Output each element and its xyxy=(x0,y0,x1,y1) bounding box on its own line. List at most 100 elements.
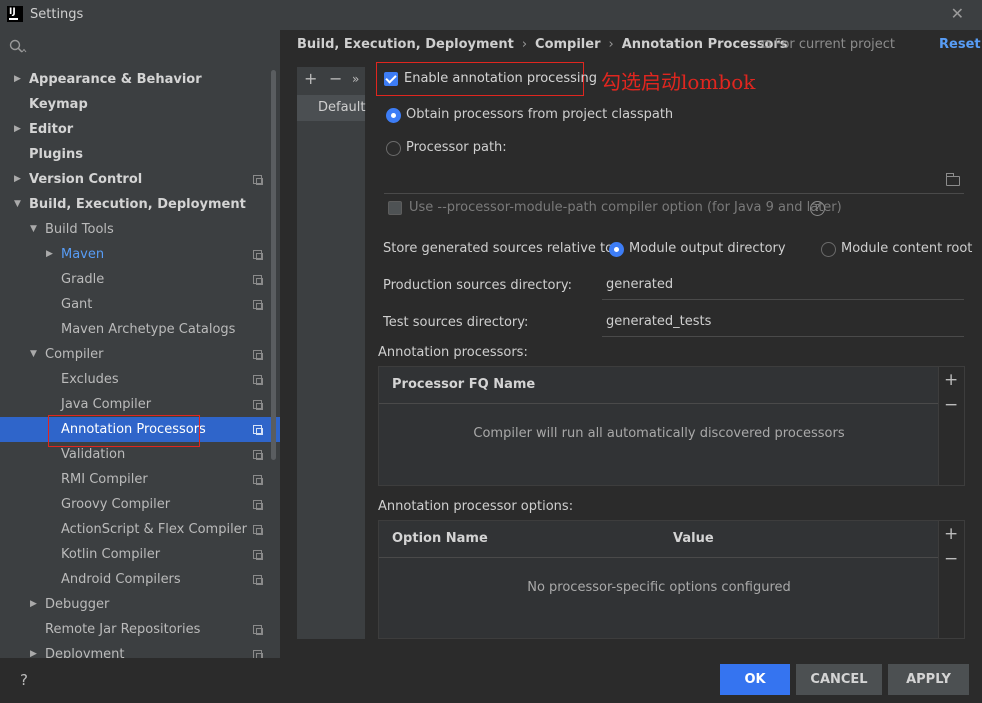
add-icon[interactable]: + xyxy=(944,524,958,544)
sidebar-item[interactable]: Validation xyxy=(0,442,280,467)
profile-default[interactable]: Default xyxy=(297,95,366,121)
window-title: Settings xyxy=(30,7,84,22)
help-icon[interactable]: ? xyxy=(810,201,825,216)
chevron-right-icon[interactable]: ▶ xyxy=(14,67,21,92)
sidebar-item[interactable]: ▶ Editor xyxy=(0,117,280,142)
remove-icon[interactable]: − xyxy=(944,549,958,569)
production-dir-input[interactable]: generated xyxy=(602,272,964,300)
enable-annotation-label[interactable]: Enable annotation processing xyxy=(404,71,597,86)
project-level-icon xyxy=(253,550,263,560)
sidebar-item[interactable]: Gant xyxy=(0,292,280,317)
table-toolbar: + − xyxy=(938,521,964,638)
sidebar-item-label: Build Tools xyxy=(45,222,114,237)
test-dir-input[interactable]: generated_tests xyxy=(602,309,964,337)
sidebar-item-label: Build, Execution, Deployment xyxy=(29,197,246,212)
help-button[interactable]: ? xyxy=(20,671,28,689)
breadcrumb-item: Build, Execution, Deployment xyxy=(297,37,514,52)
sidebar-scrollbar[interactable] xyxy=(271,70,276,460)
table-header: Option Name Value xyxy=(379,521,940,558)
chevron-down-icon[interactable]: ▼ xyxy=(30,342,37,367)
chevron-right-icon[interactable]: ▶ xyxy=(30,592,37,617)
sidebar-item[interactable]: Plugins xyxy=(0,142,280,167)
breadcrumb: Build, Execution, Deployment › Compiler › An… xyxy=(297,37,788,55)
module-path-checkbox[interactable] xyxy=(388,201,402,215)
sidebar-item-label: Appearance & Behavior xyxy=(29,72,202,87)
close-icon[interactable]: ✕ xyxy=(951,4,964,23)
profiles-toolbar: + − » xyxy=(297,67,365,93)
module-output-label[interactable]: Module output directory xyxy=(629,241,786,256)
column-header-fq-name[interactable]: Processor FQ Name xyxy=(392,377,535,392)
intellij-logo-icon: IJ xyxy=(7,6,23,22)
table-header: Processor FQ Name xyxy=(379,367,940,404)
chevron-right-icon[interactable]: ▶ xyxy=(46,242,53,267)
remove-profile-icon[interactable]: − xyxy=(329,69,342,88)
sidebar-item[interactable]: ▶ Deployment xyxy=(0,642,280,658)
obtain-classpath-radio[interactable] xyxy=(386,108,401,123)
sidebar-item[interactable]: Groovy Compiler xyxy=(0,492,280,517)
sidebar-item-label: Maven xyxy=(61,247,105,262)
settings-sidebar: ▶ Appearance & Behavior Keymap ▶ Editor Plugi… xyxy=(0,30,280,658)
sidebar-item[interactable]: Excludes xyxy=(0,367,280,392)
chevron-right-icon[interactable]: ▶ xyxy=(14,117,21,142)
obtain-classpath-label[interactable]: Obtain processors from project classpath xyxy=(406,107,673,122)
sidebar-item-label: Deployment xyxy=(45,647,125,658)
chevron-right-icon[interactable]: ▶ xyxy=(30,642,37,658)
empty-processors-text: Compiler will run all automatically disc… xyxy=(473,426,845,441)
ok-button[interactable]: OK xyxy=(720,664,790,695)
remove-icon[interactable]: − xyxy=(944,395,958,415)
add-profile-icon[interactable]: + xyxy=(304,69,317,88)
sidebar-item[interactable]: Maven Archetype Catalogs xyxy=(0,317,280,342)
annotation-note: 勾选启动lombok xyxy=(601,70,756,94)
sidebar-item-label: Remote Jar Repositories xyxy=(45,622,201,637)
search-icon[interactable] xyxy=(9,39,27,55)
module-output-radio[interactable] xyxy=(609,242,624,257)
chevron-down-icon[interactable]: ▼ xyxy=(30,217,37,242)
project-level-icon xyxy=(253,625,263,635)
column-header-option-name[interactable]: Option Name xyxy=(392,531,488,546)
processor-path-label[interactable]: Processor path: xyxy=(406,140,507,155)
sidebar-item[interactable]: Annotation Processors xyxy=(0,415,280,447)
column-header-value[interactable]: Value xyxy=(673,531,714,546)
more-icon[interactable]: » xyxy=(352,72,359,86)
sidebar-item[interactable]: ActionScript & Flex Compiler xyxy=(0,517,280,542)
add-icon[interactable]: + xyxy=(944,370,958,390)
test-dir-label: Test sources directory: xyxy=(383,315,529,330)
sidebar-item-label: Keymap xyxy=(29,97,88,112)
sidebar-item[interactable]: ▼ Build Tools xyxy=(0,217,280,242)
sidebar-item[interactable]: ▼ Build, Execution, Deployment xyxy=(0,192,280,217)
reset-link[interactable]: Reset xyxy=(939,37,981,53)
module-content-label[interactable]: Module content root xyxy=(841,241,972,256)
project-level-icon xyxy=(253,575,263,585)
sidebar-item[interactable]: Java Compiler xyxy=(0,392,280,417)
cancel-button[interactable]: CANCEL xyxy=(796,664,882,695)
sidebar-item-label: ActionScript & Flex Compiler xyxy=(61,522,248,537)
options-table: Option Name Value No processor-specific … xyxy=(378,520,965,639)
sidebar-item-label: Java Compiler xyxy=(61,397,152,412)
sidebar-item[interactable]: ▼ Compiler xyxy=(0,342,280,367)
apply-button[interactable]: APPLY xyxy=(888,664,969,695)
chevron-down-icon[interactable]: ▼ xyxy=(14,192,21,217)
sidebar-item-label: Compiler xyxy=(45,347,104,362)
sidebar-item[interactable]: Gradle xyxy=(0,267,280,292)
sidebar-item[interactable]: Keymap xyxy=(0,92,280,117)
sidebar-item-label: Plugins xyxy=(29,147,83,162)
sidebar-item[interactable]: Android Compilers xyxy=(0,567,280,592)
sidebar-item-label: Groovy Compiler xyxy=(61,497,171,512)
sidebar-item[interactable]: ▶ Maven xyxy=(0,242,280,267)
project-level-icon xyxy=(253,475,263,485)
processor-path-radio[interactable] xyxy=(386,141,401,156)
sidebar-item[interactable]: ▶ Version Control xyxy=(0,167,280,192)
sidebar-item[interactable]: Kotlin Compiler xyxy=(0,542,280,567)
sidebar-item[interactable]: ▶ Debugger xyxy=(0,592,280,617)
folder-icon[interactable] xyxy=(946,173,960,186)
chevron-right-icon[interactable]: ▶ xyxy=(14,167,21,192)
breadcrumb-item: Compiler xyxy=(535,37,601,52)
sidebar-item[interactable]: ▶ Appearance & Behavior xyxy=(0,67,280,92)
sidebar-item-label: Gant xyxy=(61,297,93,312)
sidebar-item[interactable]: Remote Jar Repositories xyxy=(0,617,280,642)
module-content-radio[interactable] xyxy=(821,242,836,257)
enable-annotation-checkbox[interactable] xyxy=(384,72,398,86)
sidebar-item[interactable]: RMI Compiler xyxy=(0,467,280,492)
sidebar-item-label: Gradle xyxy=(61,272,105,287)
processor-path-input[interactable] xyxy=(384,166,964,194)
